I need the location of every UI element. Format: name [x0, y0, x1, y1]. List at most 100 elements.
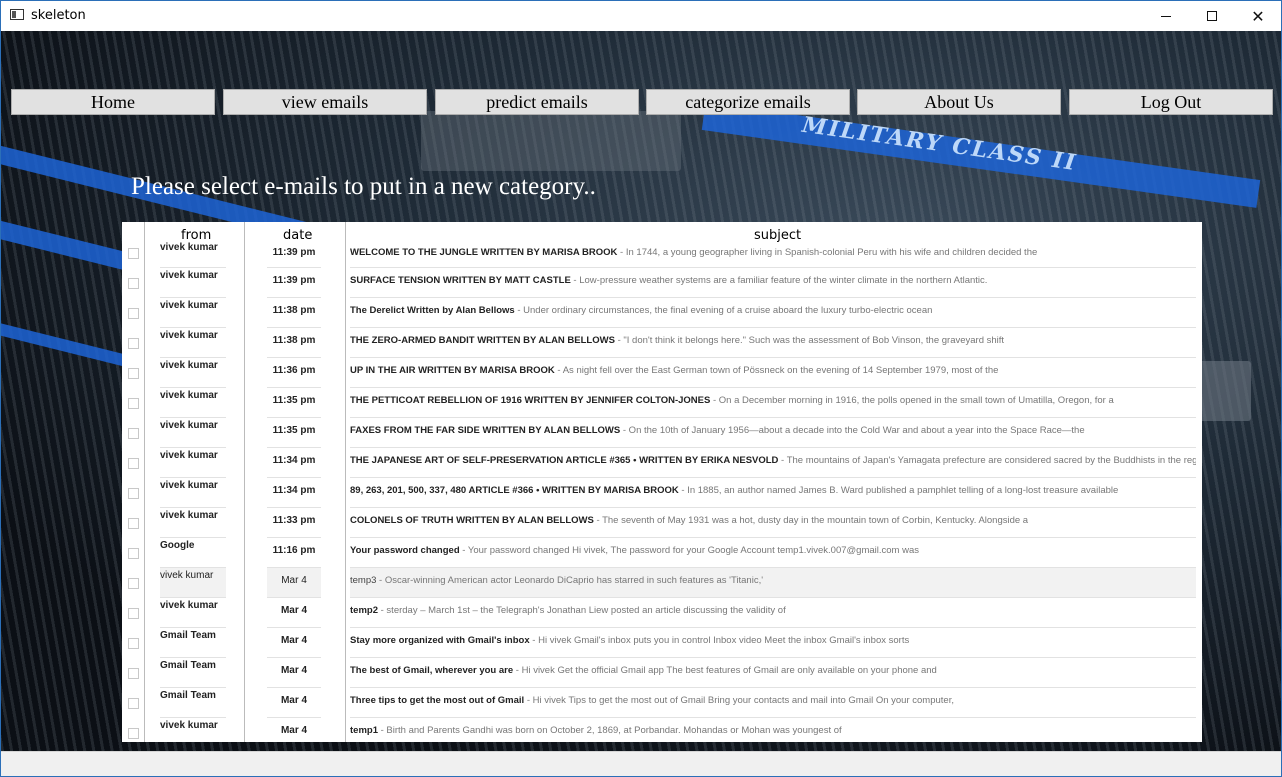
email-from-cell[interactable]: vivek kumar — [160, 298, 226, 328]
email-date-cell[interactable]: Mar 4 — [267, 688, 321, 718]
email-subject-title: FAXES FROM THE FAR SIDE WRITTEN BY ALAN … — [350, 425, 621, 436]
row-select-checkbox[interactable] — [128, 488, 139, 499]
nav-log-out-button[interactable]: Log Out — [1069, 89, 1273, 115]
row-select-checkbox[interactable] — [128, 728, 139, 739]
email-subject-title: The Derelict Written by Alan Bellows — [350, 305, 515, 316]
email-from-cell[interactable]: vivek kumar — [160, 448, 226, 478]
email-date-cell[interactable]: 11:16 pm — [267, 538, 321, 568]
close-icon: ✕ — [1251, 6, 1265, 26]
email-date-cell[interactable]: 11:39 pm — [267, 240, 321, 268]
row-select-checkbox[interactable] — [128, 368, 139, 379]
email-date-cell[interactable]: 11:33 pm — [267, 508, 321, 538]
email-from-cell[interactable]: vivek kumar — [160, 328, 226, 358]
email-date-cell[interactable]: 11:34 pm — [267, 478, 321, 508]
email-subject-cell[interactable]: UP IN THE AIR WRITTEN BY MARISA BROOK - … — [350, 358, 1196, 388]
row-select-checkbox[interactable] — [128, 398, 139, 409]
email-subject-cell[interactable]: THE JAPANESE ART OF SELF-PRESERVATION AR… — [350, 448, 1196, 478]
nav-about-us-button[interactable]: About Us — [857, 89, 1061, 115]
email-date-cell[interactable]: 11:35 pm — [267, 418, 321, 448]
nav-view-emails-button[interactable]: view emails — [223, 89, 427, 115]
row-select-checkbox[interactable] — [128, 308, 139, 319]
row-select-checkbox[interactable] — [128, 608, 139, 619]
email-snippet: - The seventh of May 1931 was a hot, dus… — [593, 515, 1029, 526]
email-date-cell[interactable]: 11:38 pm — [267, 298, 321, 328]
email-date-cell[interactable]: 11:36 pm — [267, 358, 321, 388]
email-subject-title: The best of Gmail, wherever you are — [350, 665, 514, 676]
email-subject-cell[interactable]: SURFACE TENSION WRITTEN BY MATT CASTLE -… — [350, 268, 1196, 298]
email-subject-title: UP IN THE AIR WRITTEN BY MARISA BROOK — [350, 365, 555, 376]
row-select-checkbox[interactable] — [128, 278, 139, 289]
email-subject-cell[interactable]: temp3 - Oscar-winning American actor Leo… — [350, 568, 1196, 598]
email-date-cell[interactable]: Mar 4 — [267, 598, 321, 628]
email-date-cell[interactable]: 11:38 pm — [267, 328, 321, 358]
email-subject-cell[interactable]: COLONELS OF TRUTH WRITTEN BY ALAN BELLOW… — [350, 508, 1196, 538]
email-date-cell[interactable]: Mar 4 — [267, 718, 321, 742]
row-select-checkbox[interactable] — [128, 428, 139, 439]
row-select-checkbox[interactable] — [128, 248, 139, 259]
email-from-cell[interactable]: vivek kumar — [160, 598, 226, 628]
email-subject-cell[interactable]: THE ZERO-ARMED BANDIT WRITTEN BY ALAN BE… — [350, 328, 1196, 358]
row-select-checkbox[interactable] — [128, 668, 139, 679]
email-snippet: - In 1744, a young geographer living in … — [617, 247, 1038, 258]
email-snippet: - Low-pressure weather systems are a fam… — [570, 275, 988, 286]
email-subject-cell[interactable]: temp2 - sterday – March 1st – the Telegr… — [350, 598, 1196, 628]
email-from-cell[interactable]: vivek kumar — [160, 568, 226, 598]
subject-column: subject WELCOME TO THE JUNGLE WRITTEN BY… — [346, 222, 1202, 742]
status-bar — [1, 751, 1281, 776]
email-from-cell[interactable]: vivek kumar — [160, 478, 226, 508]
email-date-cell[interactable]: Mar 4 — [267, 628, 321, 658]
email-from-cell[interactable]: Gmail Team — [160, 628, 226, 658]
email-from-cell[interactable]: vivek kumar — [160, 508, 226, 538]
email-snippet: - Hi vivek Gmail's inbox puts you in con… — [529, 635, 910, 646]
email-subject-cell[interactable]: THE PETTICOAT REBELLION OF 1916 WRITTEN … — [350, 388, 1196, 418]
email-subject-cell[interactable]: WELCOME TO THE JUNGLE WRITTEN BY MARISA … — [350, 240, 1196, 268]
minimize-button[interactable] — [1143, 1, 1189, 31]
email-from-cell[interactable]: Gmail Team — [160, 658, 226, 688]
row-select-checkbox[interactable] — [128, 458, 139, 469]
email-snippet: - Hi vivek Get the official Gmail app Th… — [513, 665, 937, 676]
email-from-cell[interactable]: vivek kumar — [160, 358, 226, 388]
email-snippet: - On a December morning in 1916, the pol… — [710, 395, 1114, 406]
email-date-cell[interactable]: Mar 4 — [267, 658, 321, 688]
email-subject-cell[interactable]: The Derelict Written by Alan Bellows - U… — [350, 298, 1196, 328]
email-date-cell[interactable]: Mar 4 — [267, 568, 321, 598]
email-snippet: - As night fell over the East German tow… — [554, 365, 999, 376]
app-window: skeleton ✕ MILITARY CLASS II Home view e… — [0, 0, 1282, 777]
row-select-checkbox[interactable] — [128, 548, 139, 559]
close-button[interactable]: ✕ — [1235, 1, 1281, 31]
row-select-checkbox[interactable] — [128, 338, 139, 349]
main-nav: Home view emails predict emails categori… — [11, 89, 1273, 115]
email-from-cell[interactable]: vivek kumar — [160, 240, 226, 268]
email-subject-cell[interactable]: temp1 - Birth and Parents Gandhi was bor… — [350, 718, 1196, 742]
title-bar: skeleton ✕ — [1, 1, 1281, 31]
email-date-cell[interactable]: 11:39 pm — [267, 268, 321, 298]
email-date-cell[interactable]: 11:34 pm — [267, 448, 321, 478]
email-subject-cell[interactable]: Your password changed - Your password ch… — [350, 538, 1196, 568]
row-select-checkbox[interactable] — [128, 698, 139, 709]
row-select-checkbox[interactable] — [128, 518, 139, 529]
email-snippet: - On the 10th of January 1956—about a de… — [620, 425, 1085, 436]
email-subject-cell[interactable]: FAXES FROM THE FAR SIDE WRITTEN BY ALAN … — [350, 418, 1196, 448]
email-from-cell[interactable]: vivek kumar — [160, 718, 226, 742]
email-subject-cell[interactable]: 89, 263, 201, 500, 337, 480 ARTICLE #366… — [350, 478, 1196, 508]
email-from-cell[interactable]: vivek kumar — [160, 388, 226, 418]
email-subject-title: temp3 — [350, 575, 377, 586]
email-from-cell[interactable]: Gmail Team — [160, 688, 226, 718]
email-subject-title: 89, 263, 201, 500, 337, 480 ARTICLE #366… — [350, 485, 679, 496]
email-from-cell[interactable]: Google — [160, 538, 226, 568]
email-subject-cell[interactable]: The best of Gmail, wherever you are - Hi… — [350, 658, 1196, 688]
email-snippet: - Your password changed Hi vivek, The pa… — [459, 545, 919, 556]
email-from-cell[interactable]: vivek kumar — [160, 418, 226, 448]
email-snippet: - Hi vivek Tips to get the most out of G… — [524, 695, 954, 706]
email-subject-cell[interactable]: Three tips to get the most out of Gmail … — [350, 688, 1196, 718]
email-from-cell[interactable]: vivek kumar — [160, 268, 226, 298]
app-window-icon — [10, 9, 24, 20]
nav-categorize-emails-button[interactable]: categorize emails — [646, 89, 850, 115]
nav-home-button[interactable]: Home — [11, 89, 215, 115]
maximize-button[interactable] — [1189, 1, 1235, 31]
email-date-cell[interactable]: 11:35 pm — [267, 388, 321, 418]
email-subject-cell[interactable]: Stay more organized with Gmail's inbox -… — [350, 628, 1196, 658]
row-select-checkbox[interactable] — [128, 638, 139, 649]
row-select-checkbox[interactable] — [128, 578, 139, 589]
nav-predict-emails-button[interactable]: predict emails — [435, 89, 639, 115]
